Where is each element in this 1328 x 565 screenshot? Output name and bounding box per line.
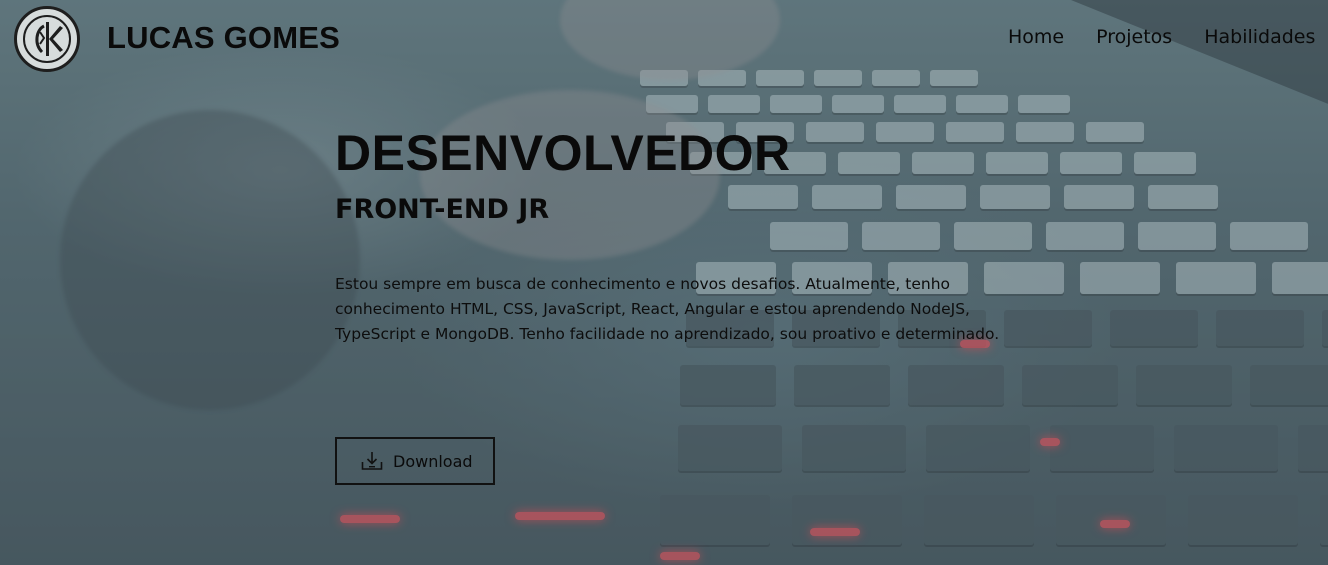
sith-empire-emblem-icon[interactable] <box>14 6 80 72</box>
nav-item-projetos[interactable]: Projetos <box>1096 26 1172 48</box>
nav-item-habilidades[interactable]: Habilidades <box>1204 26 1315 48</box>
main-nav: Home Projetos Habilidades <box>1008 26 1315 48</box>
hero-content: DESENVOLVEDOR FRONT-END JR Estou sempre … <box>335 124 1015 347</box>
hero-section: LUCAS GOMES Home Projetos Habilidades DE… <box>0 0 1328 565</box>
nav-item-home[interactable]: Home <box>1008 26 1064 48</box>
hero-subtitle: FRONT-END JR <box>335 194 550 225</box>
hero-title: DESENVOLVEDOR <box>335 125 791 181</box>
hero-description: Estou sempre em busca de conhecimento e … <box>335 275 1000 343</box>
download-icon <box>361 452 383 470</box>
site-header: LUCAS GOMES Home Projetos Habilidades <box>0 0 1328 80</box>
download-button[interactable]: Download <box>335 437 495 485</box>
download-label: Download <box>393 451 473 471</box>
brand-name: LUCAS GOMES <box>107 20 340 55</box>
